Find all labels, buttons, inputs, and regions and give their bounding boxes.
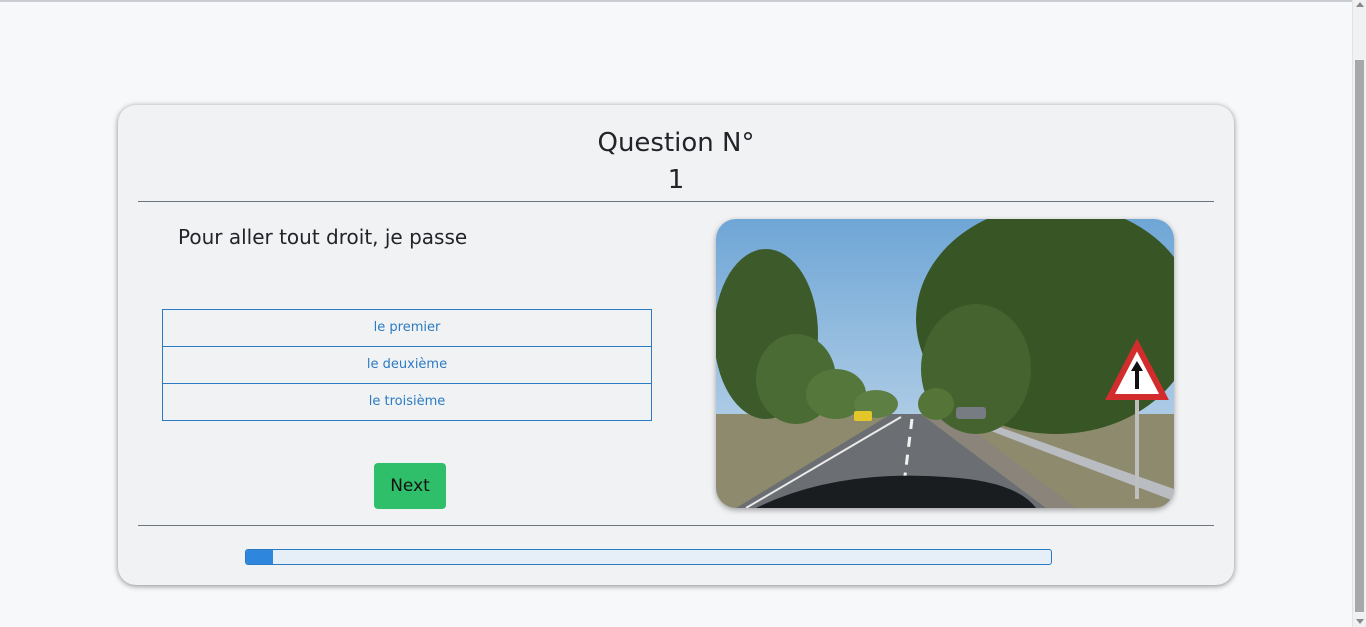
question-title: Question N° bbox=[597, 128, 755, 158]
question-number: 1 bbox=[667, 165, 685, 195]
next-button[interactable]: Next bbox=[374, 463, 446, 509]
quiz-progress-bar bbox=[245, 549, 1052, 565]
answer-option-2[interactable]: le deuxième bbox=[163, 347, 651, 384]
footer-divider bbox=[138, 525, 1214, 526]
answer-option-3[interactable]: le troisième bbox=[163, 384, 651, 420]
quiz-card: Question N° 1 Pour aller tout droit, je … bbox=[118, 105, 1234, 585]
progress-fill bbox=[246, 550, 273, 564]
vertical-scrollbar[interactable] bbox=[1352, 0, 1366, 627]
question-text: Pour aller tout droit, je passe bbox=[178, 225, 468, 249]
scroll-down-arrow-icon[interactable] bbox=[1356, 619, 1364, 624]
answer-option-1[interactable]: le premier bbox=[163, 310, 651, 347]
question-heading: Question N° 1 bbox=[118, 125, 1234, 199]
road-scene-image bbox=[716, 219, 1174, 508]
scroll-thumb[interactable] bbox=[1355, 60, 1364, 612]
scroll-up-arrow-icon[interactable] bbox=[1356, 2, 1364, 7]
top-border bbox=[0, 0, 1352, 2]
answer-list: le premier le deuxième le troisième bbox=[162, 309, 652, 421]
header-divider bbox=[138, 201, 1214, 202]
